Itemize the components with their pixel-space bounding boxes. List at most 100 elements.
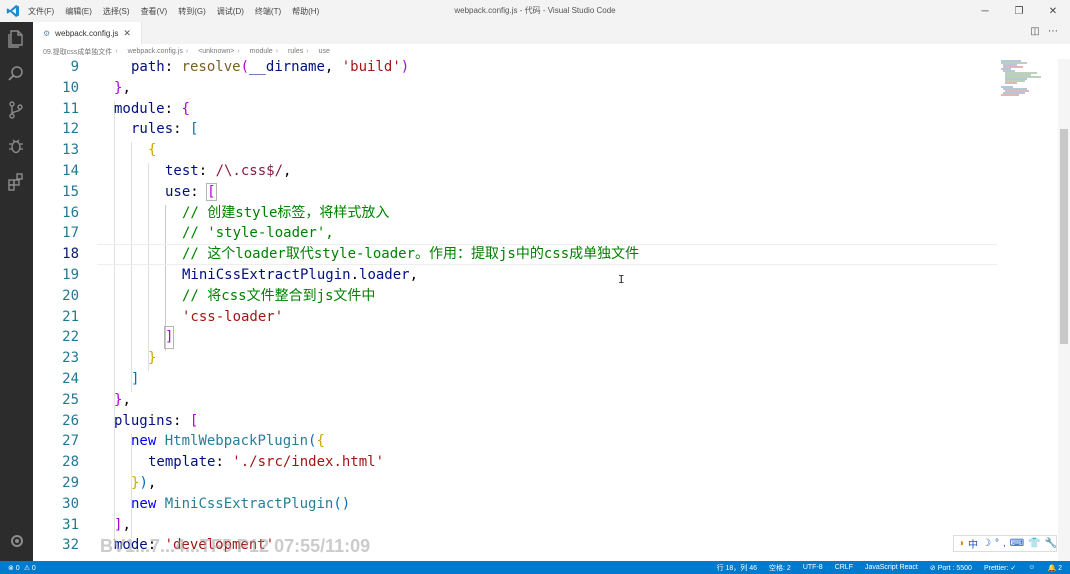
close-tab-icon[interactable]: ✕ [123,28,131,39]
menu-bar: 文件(F) 编辑(E) 选择(S) 查看(V) 转到(G) 调试(D) 终端(T… [28,0,330,22]
chevron-right-icon: › [237,48,240,55]
line-number: 23 [62,350,79,367]
menu-file[interactable]: 文件(F) [28,6,54,17]
indentation[interactable]: 空格: 2 [769,563,791,573]
line-number: 21 [62,308,79,325]
minimize-button[interactable]: ─ [968,0,1002,22]
status-bar: ⊗ 0 ⚠ 0 行 18，列 46 空格: 2 UTF-8 CRLF JavaS… [0,561,1070,574]
line-code: plugins: [ [114,412,199,429]
menu-terminal[interactable]: 终端(T) [255,6,281,17]
line-number: 14 [62,163,79,179]
breadcrumb-module[interactable]: module [250,48,273,55]
tab-webpack-config[interactable]: ⚙ webpack.config.js ✕ [33,22,142,44]
line-number: 19 [62,267,79,283]
code-line: 31 ], [33,515,997,536]
breadcrumb-file[interactable]: webpack.config.js [128,48,183,55]
menu-debug[interactable]: 调试(D) [217,6,244,17]
line-number: 12 [62,121,79,138]
breadcrumb-use[interactable]: use [319,48,330,55]
warnings-count[interactable]: ⚠ 0 [24,564,36,572]
wrench-icon[interactable]: 🔧 [1045,538,1057,549]
code-line: 18 // 这个loader取代style-loader。作用：提取js中的cs… [33,244,997,265]
errors-count[interactable]: ⊗ 0 [8,564,20,572]
menu-help[interactable]: 帮助(H) [292,6,319,17]
breadcrumb-rules[interactable]: rules [288,48,303,55]
code-line: 20 // 将css文件整合到js文件中 [33,286,997,307]
code-line: 28 template: './src/index.html' [33,452,997,473]
chevron-right-icon: › [185,48,189,55]
vscode-logo-icon [6,5,19,17]
menu-view[interactable]: 查看(V) [141,6,168,17]
line-number: 31 [62,516,79,533]
line-number: 29 [62,475,79,491]
feedback-icon[interactable]: ☺ [1028,564,1035,571]
line-code: ] [131,371,140,387]
line-code: module: { [114,100,190,117]
cursor-position[interactable]: 行 18，列 46 [717,563,757,573]
status-left: ⊗ 0 ⚠ 0 [8,561,36,574]
menu-go[interactable]: 转到(G) [178,6,206,17]
code-line: 29 }), [33,473,997,494]
ime-chinese-mode[interactable]: 中 [968,536,978,551]
ime-logo-icon[interactable]: ◑ [958,538,964,549]
tab-bar: ⚙ webpack.config.js ✕ ◫ ⋯ [33,22,1070,44]
comma-icon[interactable]: , [1003,538,1006,549]
mouse-ibeam-cursor: I [618,273,625,286]
maximize-button[interactable]: ❐ [1002,0,1036,22]
line-number: 24 [62,371,79,387]
menu-edit[interactable]: 编辑(E) [65,6,92,17]
title-bar: 文件(F) 编辑(E) 选择(S) 查看(V) 转到(G) 调试(D) 终端(T… [0,0,1070,23]
line-code: }, [114,391,131,408]
tab-label: webpack.config.js [55,28,119,38]
line-ending[interactable]: CRLF [835,564,853,571]
line-number: 10 [62,79,79,96]
video-watermark: BV1...7...4...TF5 P12 07:55/11:09 [100,536,371,556]
ime-toolbar: ◑ 中 ☽ ° , ⌨ 👕 🔧 [953,535,1057,552]
prettier-status[interactable]: Prettier: ✓ [984,564,1016,572]
line-code: 'css-loader' [182,308,284,325]
chevron-right-icon: › [306,48,309,55]
vertical-scrollbar[interactable] [1058,59,1070,561]
extensions-icon[interactable] [6,172,26,192]
breadcrumb-folder[interactable]: 09.提取css成单独文件 [43,47,112,57]
encoding[interactable]: UTF-8 [803,564,823,571]
line-number: 17 [62,225,79,242]
breadcrumb-unknown[interactable]: <unknown> [198,48,234,55]
line-code: use: [ [165,182,217,201]
explorer-icon[interactable] [6,28,26,48]
moon-icon[interactable]: ☽ [982,538,991,549]
code-line: 14 test: /\.css$/, [33,161,997,182]
code-line: 15 use: [ [33,182,997,203]
close-window-button[interactable]: ✕ [1036,0,1070,22]
code-line: 12 rules: [ [33,119,997,140]
notifications-bell-icon[interactable]: 🔔 2 [1047,564,1062,572]
code-line: 27 new HtmlWebpackPlugin({ [33,431,997,452]
scrollbar-thumb[interactable] [1060,129,1068,344]
code-line: 30 new MiniCssExtractPlugin() [33,494,997,515]
config-file-icon: ⚙ [43,28,51,38]
live-server-port[interactable]: ⊘ Port : 5500 [930,564,972,572]
line-number: 11 [62,100,79,117]
degree-icon[interactable]: ° [995,538,999,549]
line-code: }, [114,79,131,96]
debug-icon[interactable] [6,136,26,156]
code-line: 26 plugins: [ [33,411,997,432]
line-code: }), [131,475,157,491]
menu-selection[interactable]: 选择(S) [103,6,130,17]
search-icon[interactable] [6,64,26,84]
code-line: 19 MiniCssExtractPlugin.loader, [33,265,997,286]
language-mode[interactable]: JavaScript React [865,564,918,571]
code-line: 22 ] [33,326,997,350]
more-actions-icon[interactable]: ⋯ [1044,26,1062,37]
manage-gear-icon[interactable] [8,532,26,550]
keyboard-icon[interactable]: ⌨ [1010,538,1024,549]
minimap[interactable] [997,59,1057,561]
source-control-icon[interactable] [6,100,26,120]
skin-icon[interactable]: 👕 [1028,538,1040,549]
line-code: rules: [ [131,121,199,138]
line-number: 18 [62,246,79,263]
line-number: 22 [62,329,79,346]
split-editor-icon[interactable]: ◫ [1026,26,1044,37]
line-code: } [148,350,157,367]
code-editor[interactable]: 9 path: resolve(__dirname, 'build') 10 }… [33,59,997,561]
